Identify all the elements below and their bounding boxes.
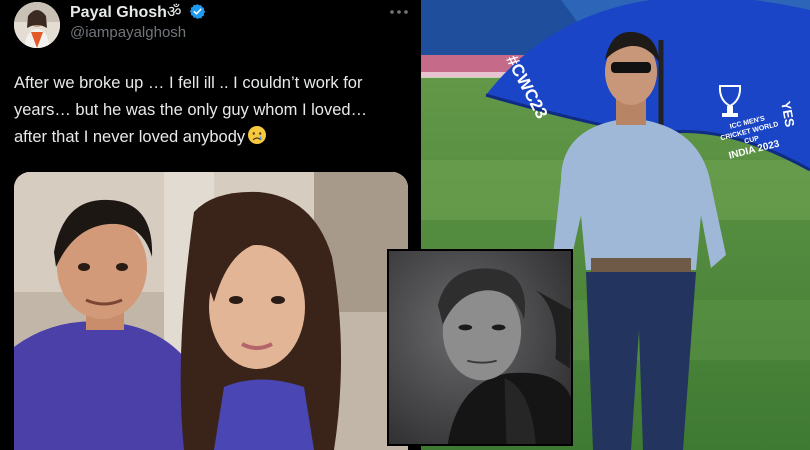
couple-selfie-photo (14, 172, 408, 450)
crying-face-emoji-icon (248, 126, 267, 144)
author-name-suffix: ॐ (166, 4, 182, 21)
tweet-media-image[interactable] (14, 172, 408, 450)
monochrome-portrait-image (389, 251, 571, 444)
author-handle[interactable]: @iampayalghosh (70, 24, 186, 42)
tweet-text-line-2: years… but he was the only guy whom I lo… (14, 101, 368, 119)
more-options-icon[interactable] (388, 4, 410, 20)
tweet-text-line-1: After we broke up … I fell ill .. I coul… (14, 74, 363, 92)
verified-badge-icon (189, 4, 206, 19)
avatar[interactable] (14, 2, 60, 48)
avatar-image (14, 2, 60, 48)
author-name-text: Payal Ghosh (70, 4, 167, 21)
tweet-text: After we broke up … I fell ill .. I coul… (14, 70, 410, 151)
world-cup-trophy-icon (718, 85, 742, 117)
tweet-text-line-3-text: after that I never loved anybody (14, 128, 246, 146)
author-name[interactable]: Payal Ghoshॐ (70, 3, 206, 23)
inset-portrait-photo (387, 249, 573, 446)
tweet-panel: Payal Ghoshॐ @iampayalghosh After we bro… (0, 0, 420, 450)
tweet-text-line-3: after that I never loved anybody (14, 124, 410, 151)
